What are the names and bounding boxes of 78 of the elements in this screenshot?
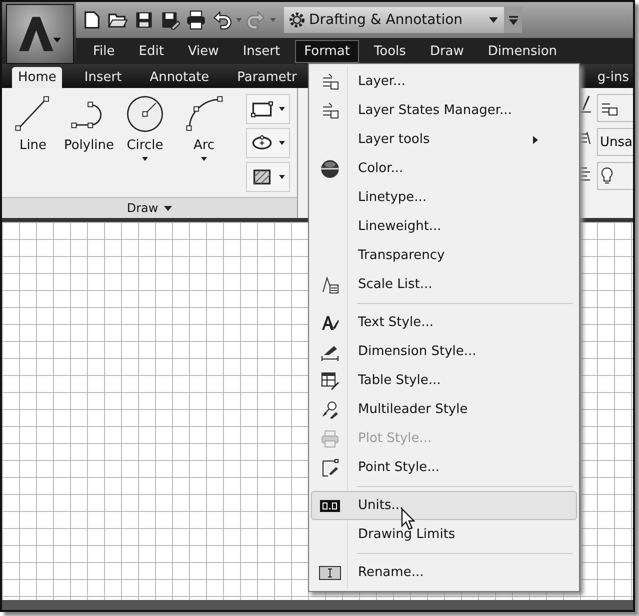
menu-item[interactable]: Lineweight... [311, 212, 577, 241]
menu-item[interactable]: Linetype... [311, 183, 577, 212]
draw-tool-button[interactable]: Circle [118, 94, 172, 197]
caret-icon [489, 17, 498, 23]
workspace-dropdown[interactable]: Drafting & Annotation [284, 7, 504, 33]
multileader-icon [321, 400, 339, 418]
caret-icon [279, 175, 285, 179]
layers-icon [321, 72, 339, 90]
rectangle-icon [251, 100, 273, 118]
draw-tool-button[interactable]: Arc [174, 94, 234, 197]
menu-item[interactable]: Scale List... [311, 270, 577, 299]
menu-item[interactable]: Transparency [311, 241, 577, 270]
caret-icon [508, 16, 518, 24]
circle-icon [125, 94, 165, 134]
hatch-tool-button[interactable] [246, 162, 290, 192]
menu-bar-item[interactable]: Insert [234, 40, 290, 62]
menu-bar-item[interactable]: Tools [364, 40, 415, 62]
printer-icon [321, 430, 339, 448]
menu-bar-item[interactable]: Draw [420, 40, 473, 62]
text-style-icon [321, 314, 339, 332]
table-style-icon [321, 372, 339, 390]
draw-tool-button[interactable]: Polyline [62, 94, 116, 197]
panel-title-button[interactable]: Draw [2, 197, 297, 218]
logo-icon [17, 15, 63, 53]
rectangle-tool-button[interactable] [246, 94, 290, 124]
menu-item[interactable]: Table Style... [311, 366, 577, 395]
submenu-arrow-icon [533, 136, 538, 144]
ribbon-tab[interactable]: Home [12, 67, 62, 88]
caret-icon [279, 107, 285, 111]
menu-bar-item[interactable]: Format [295, 40, 359, 62]
menu-item[interactable]: Color... [311, 154, 577, 183]
sphere-icon [320, 158, 340, 178]
menu-item[interactable]: Multileader Style [311, 395, 577, 424]
layer-dropdown[interactable]: Unsa [597, 128, 633, 156]
layers-icon [321, 102, 339, 120]
new-file-icon[interactable] [82, 10, 102, 30]
rename-icon [319, 566, 341, 580]
arc-icon [184, 94, 224, 134]
ellipse-tool-button[interactable] [246, 128, 290, 158]
hatch-icon [251, 167, 273, 187]
gear-icon [288, 11, 306, 29]
menu-bar-item[interactable]: Edit [130, 40, 173, 62]
save-icon[interactable] [134, 10, 154, 30]
customize-toolbar-button[interactable] [504, 7, 522, 33]
lightbulb-icon [600, 166, 614, 186]
layer-states-button[interactable] [597, 94, 633, 122]
print-icon[interactable] [186, 10, 206, 30]
caret-icon [142, 157, 148, 161]
menu-item[interactable]: Layer tools [311, 125, 577, 154]
scale-list-icon [321, 276, 339, 294]
menu-item[interactable]: Drawing Limits [311, 520, 577, 549]
menu-bar-item[interactable]: Dimension [478, 40, 566, 62]
caret-icon [201, 157, 207, 161]
ribbon-tab[interactable]: Parametr [231, 67, 303, 88]
menu-item[interactable]: Point Style... [311, 453, 577, 482]
ribbon-tab[interactable]: Annotate [144, 67, 216, 88]
menu-item[interactable]: Units... [311, 491, 577, 520]
caret-icon [279, 141, 285, 145]
menu-bar-item[interactable]: View [178, 40, 228, 62]
mouse-pointer-icon [401, 508, 415, 530]
ellipse-icon [251, 134, 273, 152]
units-icon [320, 500, 340, 512]
point-style-icon [321, 458, 339, 476]
caret-icon [164, 206, 172, 210]
menu-item[interactable]: Dimension Style... [311, 337, 577, 366]
save-as-icon[interactable] [160, 10, 180, 30]
draw-tool-button[interactable]: Line [6, 94, 60, 197]
menu-item[interactable]: Rename... [311, 558, 577, 587]
ribbon-tab[interactable]: g-ins [597, 70, 629, 85]
menu-item[interactable]: Text Style... [311, 308, 577, 337]
ribbon-tab[interactable]: Insert [78, 67, 128, 88]
menu-bar-item[interactable]: File [84, 40, 124, 62]
menu-item[interactable]: Layer States Manager... [311, 96, 577, 125]
undo-icon[interactable] [212, 10, 232, 30]
workspace-name: Drafting & Annotation [309, 12, 464, 28]
app-logo-button[interactable] [6, 4, 74, 64]
menu-item[interactable]: Layer... [311, 67, 577, 96]
lightbulb-button[interactable] [597, 162, 633, 190]
